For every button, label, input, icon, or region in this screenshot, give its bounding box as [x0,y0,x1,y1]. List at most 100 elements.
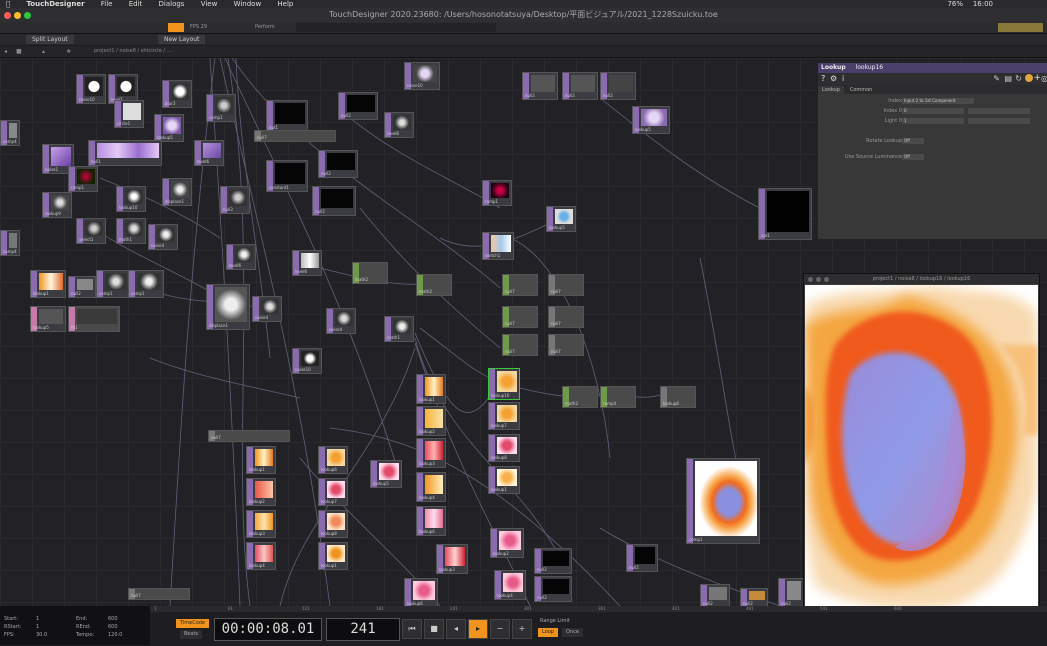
displace-node[interactable]: displace1 [162,178,192,206]
null-node[interactable]: null2 [312,186,356,216]
battery-level[interactable]: 76% [947,0,963,8]
level-node[interactable]: level6 [194,140,224,166]
frame-display[interactable]: 241 [326,618,400,641]
chop-node[interactable]: math2 [352,262,388,284]
play-icon[interactable]: ▸ [468,619,488,639]
star-icon[interactable]: ★ [66,47,71,56]
path-field[interactable] [296,23,496,32]
reset-icon[interactable]: ↻ [1015,74,1022,83]
menu-dialogs[interactable]: Dialogs [159,0,185,8]
lookup-node[interactable]: lookup5 [154,114,184,142]
zoom-window-button[interactable] [24,12,31,19]
noise-node[interactable]: noise4 [252,296,282,322]
lookup-node[interactable]: lookup8 [488,434,520,462]
dat-node[interactable]: fit1 [68,306,120,332]
null-node[interactable]: null2 [740,588,768,606]
index-menu[interactable]: Input 2 to 1st Component [902,98,974,104]
chop-node[interactable]: math2 [416,274,452,296]
math-node[interactable]: math1 [116,218,146,244]
level-node[interactable]: level6 [384,112,414,138]
viewer-minimize-button[interactable] [816,277,821,282]
level-node[interactable]: level6 [292,250,322,276]
comp-node[interactable]: comp1 [96,270,130,298]
comp-node[interactable]: comp4 [0,230,20,256]
menu-window[interactable]: Window [234,0,262,8]
null-node[interactable]: null2 [534,576,572,602]
tab-lookup[interactable]: Lookup [818,86,844,95]
null-node[interactable]: null1 [88,140,162,166]
start-value[interactable]: 1 [36,616,39,622]
comp-node[interactable]: comp4 [0,120,20,146]
null-node[interactable]: null2 [600,72,636,100]
noise-node[interactable]: noise10 [404,62,440,90]
back-icon[interactable]: ◂ [4,47,7,56]
menu-edit[interactable]: Edit [129,0,143,8]
null-node[interactable]: null2 [626,544,658,572]
noise-node[interactable]: noise4 [326,308,356,334]
apple-icon[interactable]:  [6,0,10,8]
lookup-node[interactable]: lookup8 [318,510,348,538]
null-node[interactable]: null2 [318,150,358,178]
lookup-node[interactable]: lookup2 [490,528,524,558]
ramp-node[interactable]: switch1 [482,232,514,260]
chop-node[interactable]: null7 [502,306,538,328]
ramp-node[interactable]: ramp1 [482,180,512,206]
ramp-node[interactable]: ramp1 [68,166,98,192]
tab-common[interactable]: Common [846,86,877,95]
noise-node[interactable]: noise10 [292,348,322,374]
null-node[interactable]: null2 [778,578,804,606]
out-node[interactable]: out1 [266,100,308,132]
perform-button[interactable]: Perform [255,23,275,32]
null-node[interactable]: null2 [562,72,598,100]
comp-node[interactable]: comp1 [128,270,164,298]
constant-node[interactable]: constant1 [266,160,308,192]
chop-node[interactable]: null7 [208,430,290,442]
color-icon[interactable] [1025,74,1033,82]
add-icon[interactable]: + [1033,73,1041,83]
menu-view[interactable]: View [201,0,218,8]
lookup-node[interactable]: lookup2 [246,478,276,506]
displace-node[interactable]: displace1 [206,284,250,330]
rend-value[interactable]: 600 [108,624,118,630]
level-node[interactable]: level6 [226,244,256,270]
lookup-node[interactable]: lookup5 [30,306,66,332]
math-node[interactable]: math1 [384,316,414,342]
lookup-node[interactable]: lookup6 [318,446,348,474]
minus-icon[interactable]: − [490,619,510,639]
info-icon[interactable]: i [842,74,844,83]
chop-node[interactable]: null7 [502,334,538,356]
help-icon[interactable]: ? [821,74,825,83]
edit-icon[interactable]: ✎ [993,74,1000,83]
end-value[interactable]: 600 [108,616,118,622]
once-button[interactable]: Once [562,628,583,637]
viewer-image[interactable] [805,285,1038,620]
out-node[interactable]: out1 [758,188,812,240]
new-layout-button[interactable]: New Layout [158,35,206,44]
chop-node[interactable]: null7 [502,274,538,296]
chop-node[interactable]: math2 [562,386,598,408]
menu-help[interactable]: Help [277,0,293,8]
lookup-node[interactable]: lookup7 [488,402,520,430]
blur-node[interactable]: blur3 [162,80,192,108]
comment-icon[interactable]: ▤ [1004,74,1012,83]
select-node[interactable]: select1 [76,218,106,244]
light0-slider[interactable] [968,118,1030,124]
lookup-node[interactable]: lookup6 [404,578,438,606]
beats-button[interactable]: Beats [180,630,203,639]
null-node[interactable]: null2 [534,548,572,574]
timecode-display[interactable]: 00:00:08.01 [214,618,322,641]
null-node[interactable]: null2 [338,92,378,120]
null-node[interactable]: null3 [220,186,250,214]
lookup-node[interactable]: lookup5 [546,206,576,232]
index0-slider[interactable] [968,108,1030,114]
lookup-node[interactable]: lookup1 [416,374,446,404]
python-icon[interactable]: ⚙ [830,74,837,83]
loop-button[interactable]: Loop [538,628,558,637]
plus-icon[interactable]: + [512,619,532,639]
null-node[interactable]: null2 [522,72,558,100]
split-layout-button[interactable]: Split Layout [26,35,74,44]
light0-field[interactable]: 1 [902,118,964,124]
lookup16-node-selected[interactable]: lookup16 [488,368,520,400]
composite-node[interactable]: comp1 [686,458,760,544]
chop-node[interactable]: null7 [548,306,584,328]
